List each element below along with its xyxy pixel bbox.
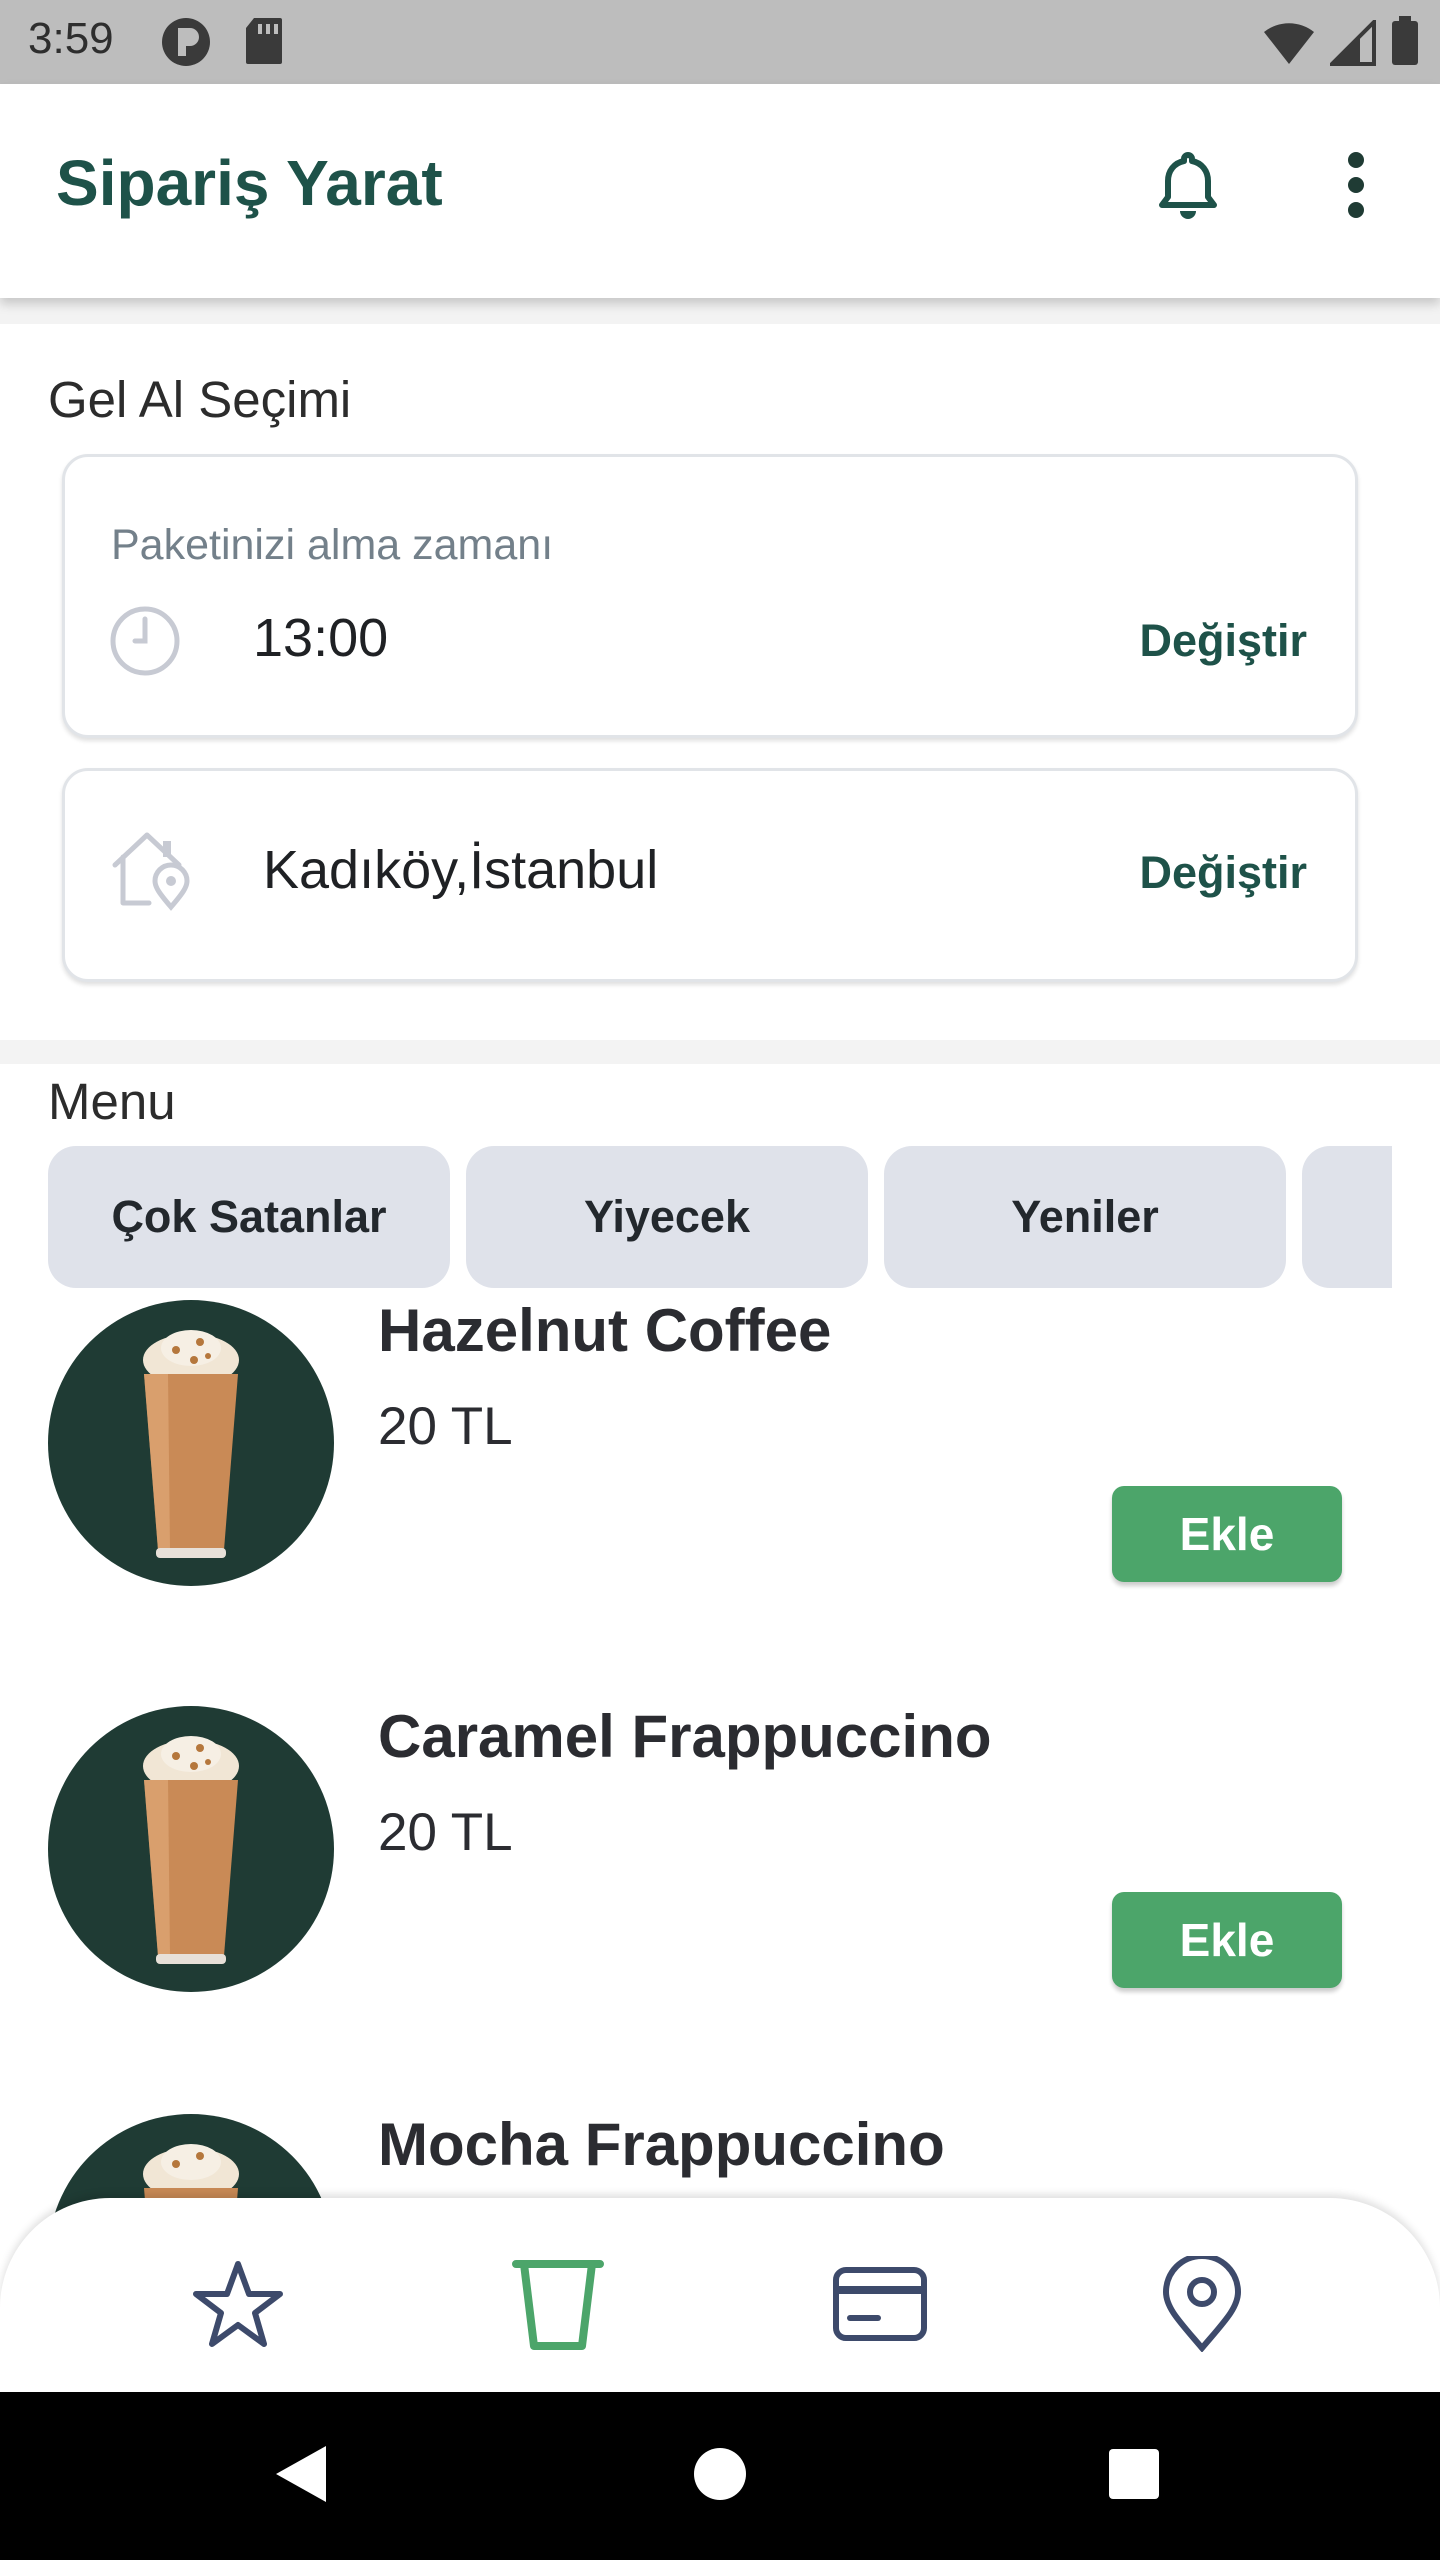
battery-icon — [1390, 16, 1420, 71]
pickup-section-title: Gel Al Seçimi — [48, 371, 352, 428]
back-triangle-icon — [270, 2442, 330, 2511]
notifications-button[interactable] — [1148, 142, 1228, 232]
system-navigation-bar — [0, 2392, 1440, 2560]
recents-square-icon — [1107, 2447, 1161, 2506]
more-vert-icon — [1346, 150, 1366, 225]
sd-card-icon — [244, 16, 284, 71]
clock-icon — [109, 605, 181, 682]
nav-payment[interactable] — [820, 2246, 940, 2366]
page-title: Sipariş Yarat — [56, 147, 443, 219]
status-bar: 3:59 — [0, 0, 1440, 84]
star-icon — [190, 2258, 286, 2355]
product-image — [48, 1300, 334, 1586]
product-item: Caramel Frappuccino 20 TL Ekle — [0, 1703, 1440, 2026]
nav-order[interactable] — [498, 2246, 618, 2366]
category-chip-yeniler[interactable]: Yeniler — [884, 1146, 1286, 1288]
product-item: Hazelnut Coffee 20 TL Ekle — [0, 1297, 1440, 1620]
category-chip-cok-satanlar[interactable]: Çok Satanlar — [48, 1146, 450, 1288]
home-button[interactable] — [680, 2436, 760, 2516]
change-location-link[interactable]: Değiştir — [1139, 847, 1307, 899]
status-time: 3:59 — [28, 14, 114, 63]
home-circle-icon — [692, 2446, 748, 2507]
nav-favorites[interactable] — [178, 2246, 298, 2366]
section-divider — [0, 298, 1440, 324]
cup-icon — [510, 2254, 606, 2359]
pickup-location-card[interactable]: Kadıköy,İstanbul Değiştir — [62, 768, 1358, 982]
bottom-navigation — [0, 2198, 1440, 2392]
product-name: Hazelnut Coffee — [378, 1297, 832, 1364]
nav-stores[interactable] — [1142, 2246, 1262, 2366]
add-to-cart-button[interactable]: Ekle — [1112, 1486, 1342, 1582]
pickup-location-value: Kadıköy,İstanbul — [263, 840, 659, 900]
back-button[interactable] — [260, 2436, 340, 2516]
product-name: Caramel Frappuccino — [378, 1703, 992, 1770]
menu-section-title: Menu — [48, 1073, 176, 1130]
more-options-button[interactable] — [1316, 142, 1396, 232]
pickup-time-value: 13:00 — [253, 608, 389, 668]
product-name: Mocha Frappuccino — [378, 2111, 945, 2178]
add-to-cart-button[interactable]: Ekle — [1112, 1892, 1342, 1988]
app-notification-icon — [160, 16, 212, 73]
home-location-icon — [109, 827, 193, 916]
recents-button[interactable] — [1094, 2436, 1174, 2516]
card-icon — [832, 2266, 928, 2347]
product-price: 20 TL — [378, 1803, 513, 1862]
bell-icon — [1158, 149, 1218, 226]
product-price: 20 TL — [378, 1397, 513, 1456]
section-divider — [0, 1040, 1440, 1064]
app-bar: Sipariş Yarat — [0, 84, 1440, 298]
change-time-link[interactable]: Değiştir — [1139, 615, 1307, 667]
category-chip-partial[interactable] — [1302, 1146, 1392, 1288]
signal-icon — [1327, 17, 1376, 71]
location-pin-icon — [1160, 2252, 1244, 2357]
wifi-icon — [1262, 20, 1316, 71]
product-image — [48, 1706, 334, 1992]
pickup-time-label: Paketinizi alma zamanı — [111, 521, 554, 569]
pickup-time-card[interactable]: Paketinizi alma zamanı 13:00 Değiştir — [62, 454, 1358, 738]
category-chip-yiyecek[interactable]: Yiyecek — [466, 1146, 868, 1288]
